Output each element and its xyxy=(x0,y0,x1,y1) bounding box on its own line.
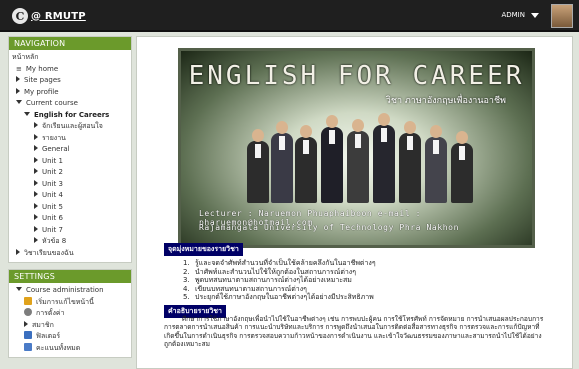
nav-course-item[interactable]: General xyxy=(12,144,128,156)
chevron-down-icon xyxy=(531,12,539,18)
expand-icon xyxy=(16,248,20,255)
nav-home[interactable]: หน้าหลัก xyxy=(12,52,128,64)
expand-icon xyxy=(34,122,38,128)
nav-course-item[interactable]: Unit 6 xyxy=(12,213,128,225)
list-item: 1. รู้และจดจำศัพท์สำนวนที่จำเป็นใช้คล้ายค… xyxy=(183,259,376,267)
expand-icon xyxy=(34,156,38,163)
gear-icon xyxy=(24,308,32,316)
nav-course-item[interactable]: หัวข้อ 8 xyxy=(12,236,128,248)
nav-course-item[interactable]: Unit 1 xyxy=(12,156,128,168)
nav-course-item[interactable]: Unit 5 xyxy=(12,202,128,214)
grades-icon xyxy=(24,342,32,351)
nav-course-item[interactable]: Unit 2 xyxy=(12,167,128,179)
course-description: ศึกษาการใช้ภาษาอังกฤษเพื่อนำไปใช้ในอาชีพ… xyxy=(164,315,544,349)
business-people-image xyxy=(241,113,481,203)
goals-heading: จุดมุ่งหมายของรายวิชา xyxy=(164,243,243,256)
expand-icon xyxy=(34,225,38,232)
expand-icon xyxy=(34,145,38,151)
list-item: 5. ประยุกต์ใช้ภาษาอังกฤษในอาชีพต่างๆได้อย… xyxy=(183,293,374,302)
goals-list: 1. รู้และจดจำศัพท์สำนวนที่จำเป็นใช้คล้ายค… xyxy=(183,259,376,302)
expand-icon xyxy=(34,191,38,197)
collapse-icon xyxy=(16,100,22,104)
navigation-title: NAVIGATION xyxy=(9,37,131,50)
course-banner: ENGLISH FOR CAREER วิชา ภาษาอังกฤษเพื่อง… xyxy=(178,48,535,248)
nav-site-pages[interactable]: Site pages xyxy=(12,75,128,87)
list-item: 3. พูดบทสนทนาตามสถานการณ์ต่างๆได้อย่างเหม… xyxy=(183,276,352,285)
settings-item-filters[interactable]: ฟิลเตอร์ xyxy=(12,331,128,343)
nav-my-courses[interactable]: วิชาเรียนของฉัน xyxy=(12,248,128,260)
nav-course-name[interactable]: English for Careers xyxy=(12,110,128,122)
expand-icon xyxy=(34,202,38,209)
sidebar: NAVIGATION หน้าหลัก ≡ My home Site pages … xyxy=(8,36,132,369)
settings-item-settings[interactable]: การตั้งค่า xyxy=(12,308,128,320)
menu-icon: ≡ xyxy=(16,64,22,73)
university-name: Rajamangala University of Technology Phr… xyxy=(199,223,459,232)
nav-my-home[interactable]: ≡ My home xyxy=(12,64,128,76)
nav-course-item[interactable]: รายงาน xyxy=(12,133,128,145)
expand-icon xyxy=(34,179,38,186)
banner-title: ENGLISH FOR CAREER xyxy=(188,61,525,91)
settings-item-users[interactable]: สมาชิก xyxy=(12,320,128,332)
expand-icon xyxy=(16,87,20,94)
expand-icon xyxy=(16,76,20,82)
filter-icon xyxy=(24,331,32,339)
expand-icon xyxy=(24,320,28,327)
pencil-icon xyxy=(24,296,32,305)
settings-title: SETTINGS xyxy=(9,270,131,283)
logo-icon: C xyxy=(12,8,28,24)
avatar[interactable] xyxy=(551,4,573,28)
logo-text: @ RMUTP xyxy=(31,10,86,22)
settings-block: SETTINGS Course administration เริ่มการแ… xyxy=(8,269,132,358)
main-content: ENGLISH FOR CAREER วิชา ภาษาอังกฤษเพื่อง… xyxy=(136,36,573,369)
user-menu[interactable]: ADMIN xyxy=(501,11,539,19)
nav-course-item[interactable]: Unit 3 xyxy=(12,179,128,191)
list-item: 2. นำศัพท์และสำนวนไปใช้ให้ถูกต้องในสถานกา… xyxy=(183,267,356,276)
settings-item-grades[interactable]: คะแนนทั้งหมด xyxy=(12,342,128,355)
nav-current-course[interactable]: Current course xyxy=(12,98,128,110)
expand-icon xyxy=(34,214,38,220)
collapse-icon xyxy=(16,287,22,291)
expand-icon xyxy=(34,237,38,243)
site-logo[interactable]: C @ RMUTP xyxy=(12,8,86,24)
user-name: ADMIN xyxy=(501,11,525,19)
banner-subtitle: วิชา ภาษาอังกฤษเพื่องานอาชีพ xyxy=(385,96,506,106)
nav-course-item[interactable]: จักเรียนและผู้สอนใจ xyxy=(12,121,128,133)
nav-course-item[interactable]: Unit 7 xyxy=(12,225,128,237)
collapse-icon xyxy=(24,111,30,116)
expand-icon xyxy=(34,168,38,174)
expand-icon xyxy=(34,133,38,140)
nav-my-profile[interactable]: My profile xyxy=(12,87,128,99)
nav-course-item[interactable]: Unit 4 xyxy=(12,190,128,202)
settings-course-admin[interactable]: Course administration xyxy=(12,285,128,297)
navigation-block: NAVIGATION หน้าหลัก ≡ My home Site pages … xyxy=(8,36,132,263)
settings-item-edit[interactable]: เริ่มการแก้ไขหน้านี้ xyxy=(12,296,128,309)
top-navbar: C @ RMUTP ADMIN xyxy=(0,0,579,32)
